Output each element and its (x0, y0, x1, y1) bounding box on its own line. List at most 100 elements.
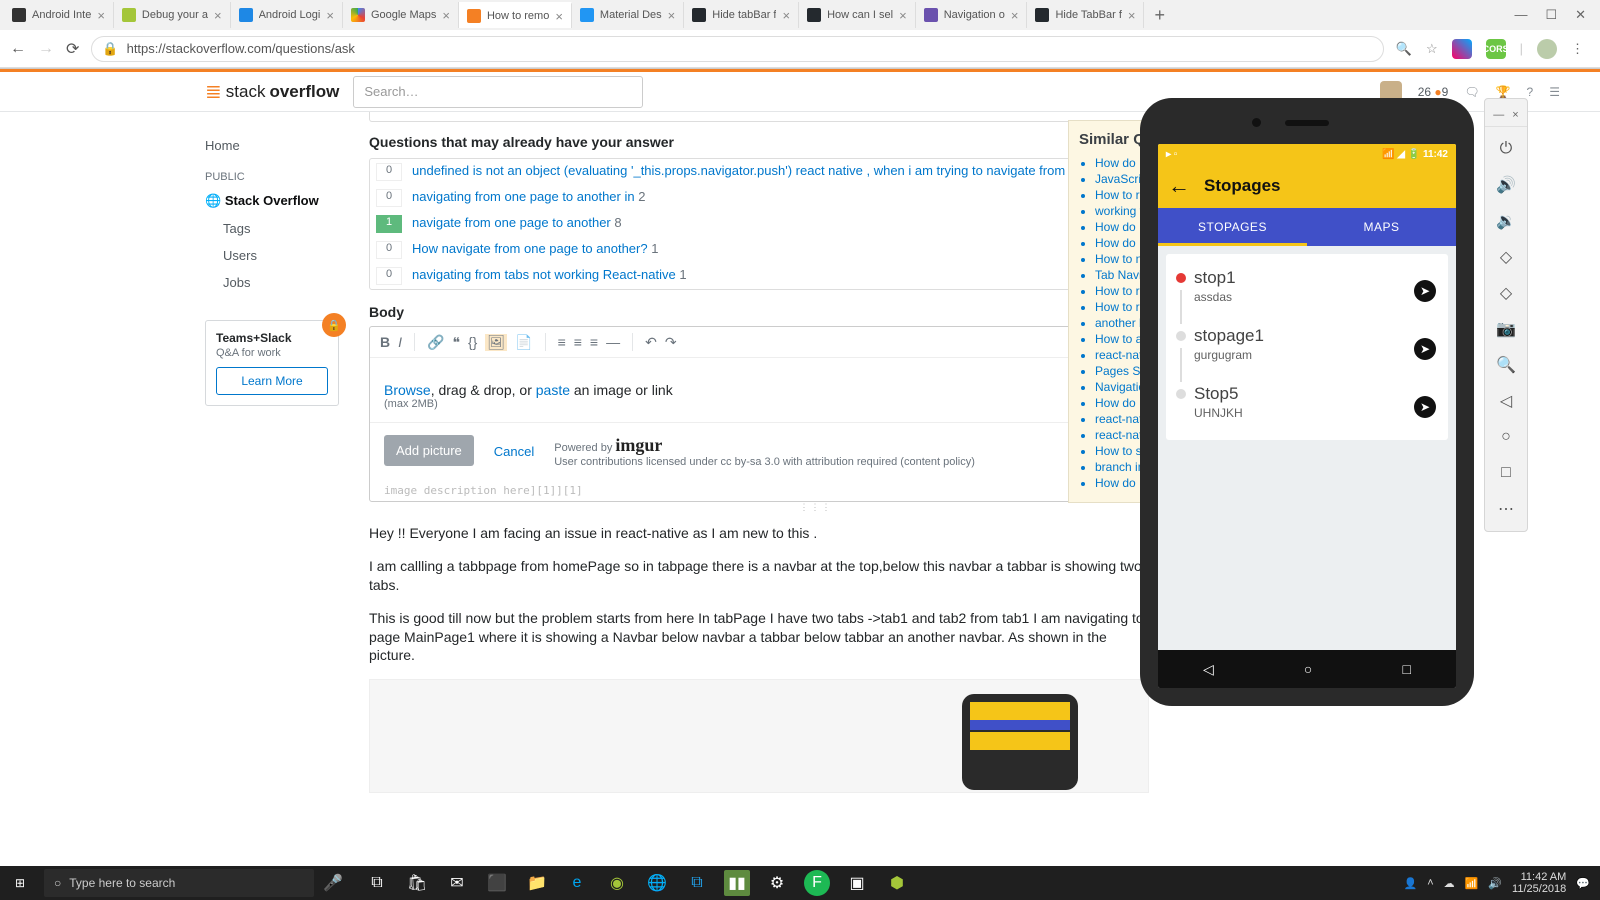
tab-2[interactable]: Android Logi× (231, 2, 343, 28)
compass-icon[interactable]: ➤ (1414, 280, 1436, 302)
close-icon[interactable]: ✕ (1575, 7, 1586, 23)
terminal-icon[interactable]: ▣ (844, 870, 870, 896)
paste-link[interactable]: paste (536, 382, 570, 398)
store-icon[interactable]: 🛍 (404, 870, 430, 896)
close-icon[interactable]: × (899, 8, 907, 23)
inbox-icon[interactable]: 🗨 (1464, 85, 1479, 99)
reload-button[interactable]: ⟳ (66, 39, 79, 59)
tab-0[interactable]: Android Inte× (4, 2, 114, 28)
sidebar-item-users[interactable]: Users (205, 242, 357, 269)
close-icon[interactable]: × (782, 8, 790, 23)
back-button[interactable]: ← (10, 40, 26, 58)
close-icon[interactable]: × (442, 8, 450, 23)
suggestion-link[interactable]: navigating from one page to another in (412, 189, 635, 204)
close-icon[interactable]: × (1011, 8, 1019, 23)
address-bar[interactable]: 🔒 https://stackoverflow.com/questions/as… (91, 36, 1383, 62)
search-input[interactable]: Search… (353, 76, 643, 108)
forward-button[interactable]: → (38, 40, 54, 58)
sidebar-item-jobs[interactable]: Jobs (205, 269, 357, 296)
onedrive-icon[interactable]: ☁ (1444, 877, 1455, 890)
close-icon[interactable]: × (214, 8, 222, 23)
tab-1[interactable]: Debug your a× (114, 2, 231, 28)
power-icon[interactable]: ⏻ (1485, 131, 1527, 167)
undo-button[interactable]: ↶ (645, 334, 657, 351)
browse-link[interactable]: Browse (384, 382, 431, 398)
tab-7[interactable]: How can I sel× (799, 2, 916, 28)
emu-minimize-icon[interactable]: — (1493, 109, 1504, 121)
emu-close-icon[interactable]: × (1512, 109, 1518, 121)
sidebar-item-tags[interactable]: Tags (205, 215, 357, 242)
people-icon[interactable]: 👤 (1404, 877, 1418, 890)
volume-icon[interactable]: 🔊 (1488, 877, 1502, 890)
nav-recent-icon[interactable]: □ (1402, 661, 1410, 677)
tab-4[interactable]: How to remo× (459, 2, 572, 28)
nav-home-icon[interactable]: ○ (1304, 661, 1312, 677)
volume-down-icon[interactable]: 🔉 (1485, 203, 1527, 239)
heading-button[interactable]: ≡ (590, 334, 598, 350)
tab-3[interactable]: Google Maps× (343, 2, 459, 28)
app-icon[interactable]: ⬛ (484, 870, 510, 896)
mic-icon[interactable]: 🎤 (320, 870, 346, 896)
nav-back-icon[interactable]: ◁ (1203, 661, 1214, 678)
cancel-button[interactable]: Cancel (494, 444, 534, 459)
app-icon[interactable]: ▮▮ (724, 870, 750, 896)
snippet-button[interactable]: 📄 (515, 334, 532, 351)
close-icon[interactable]: × (326, 8, 334, 23)
close-icon[interactable]: × (1128, 8, 1136, 23)
stop-item[interactable]: stopage1gurgugram➤ (1166, 318, 1448, 376)
taskbar-clock[interactable]: 11:42 AM 11/25/2018 (1512, 871, 1566, 895)
extension-icon[interactable] (1452, 39, 1472, 59)
zoom-icon[interactable]: 🔍 (1485, 347, 1527, 383)
vscode-icon[interactable]: ⧉ (684, 870, 710, 896)
so-logo[interactable]: ≣ stackoverflow (205, 79, 339, 104)
tray-chevron-icon[interactable]: ˄ (1427, 877, 1433, 889)
close-icon[interactable]: × (97, 8, 105, 23)
suggestion-link[interactable]: navigating from tabs not working React-n… (412, 267, 676, 282)
mail-icon[interactable]: ✉ (444, 870, 470, 896)
tab-6[interactable]: Hide tabBar f× (684, 2, 799, 28)
stop-item[interactable]: stop1assdas➤ (1166, 260, 1448, 318)
taskbar-search[interactable]: ○Type here to search (44, 869, 314, 897)
sidebar-item-stackoverflow[interactable]: 🌐 Stack Overflow (205, 187, 357, 215)
compass-icon[interactable]: ➤ (1414, 338, 1436, 360)
redo-button[interactable]: ↷ (665, 334, 677, 351)
chrome-icon[interactable]: 🌐 (644, 870, 670, 896)
task-view-icon[interactable]: ⧉ (364, 870, 390, 896)
start-button[interactable]: ⊞ (0, 876, 40, 890)
reputation[interactable]: 26 ●9 (1418, 85, 1449, 99)
close-icon[interactable]: × (555, 9, 563, 24)
resize-grip[interactable]: ⋮⋮⋮ (369, 502, 1263, 512)
overview-icon[interactable]: □ (1485, 455, 1527, 491)
add-picture-button[interactable]: Add picture (384, 435, 474, 466)
achievements-icon[interactable]: 🏆 (1496, 85, 1511, 99)
tab-stopages[interactable]: STOPAGES (1158, 208, 1307, 246)
sidebar-item-home[interactable]: Home (205, 132, 357, 159)
star-icon[interactable]: ☆ (1426, 41, 1438, 57)
zoom-icon[interactable]: 🔍 (1396, 41, 1412, 57)
notifications-icon[interactable]: 💬 (1576, 877, 1590, 890)
tab-8[interactable]: Navigation o× (916, 2, 1028, 28)
camera-icon[interactable]: 📷 (1485, 311, 1527, 347)
menu-icon[interactable]: ☰ (1549, 85, 1560, 99)
rotate-left-icon[interactable]: ◇ (1485, 239, 1527, 275)
edge-icon[interactable]: e (564, 870, 590, 896)
menu-icon[interactable]: ⋮ (1571, 41, 1584, 57)
suggestion-link[interactable]: navigate from one page to another (412, 215, 611, 230)
bold-button[interactable]: B (380, 334, 390, 350)
tab-maps[interactable]: MAPS (1307, 208, 1456, 246)
app-icon[interactable]: F (804, 870, 830, 896)
extension-icon[interactable]: CORS (1486, 39, 1506, 59)
tab-5[interactable]: Material Des× (572, 2, 684, 28)
emulator-icon[interactable]: ⬢ (884, 870, 910, 896)
profile-avatar[interactable] (1537, 39, 1557, 59)
code-button[interactable]: {} (468, 334, 477, 351)
compass-icon[interactable]: ➤ (1414, 396, 1436, 418)
new-tab-button[interactable]: + (1144, 5, 1175, 26)
home-icon[interactable]: ○ (1485, 419, 1527, 455)
learn-more-button[interactable]: Learn More (216, 367, 328, 395)
hr-button[interactable]: — (606, 334, 620, 350)
close-icon[interactable]: × (668, 8, 676, 23)
maximize-icon[interactable]: ☐ (1545, 7, 1557, 23)
settings-icon[interactable]: ⚙ (764, 870, 790, 896)
olist-button[interactable]: ≡ (558, 334, 566, 350)
